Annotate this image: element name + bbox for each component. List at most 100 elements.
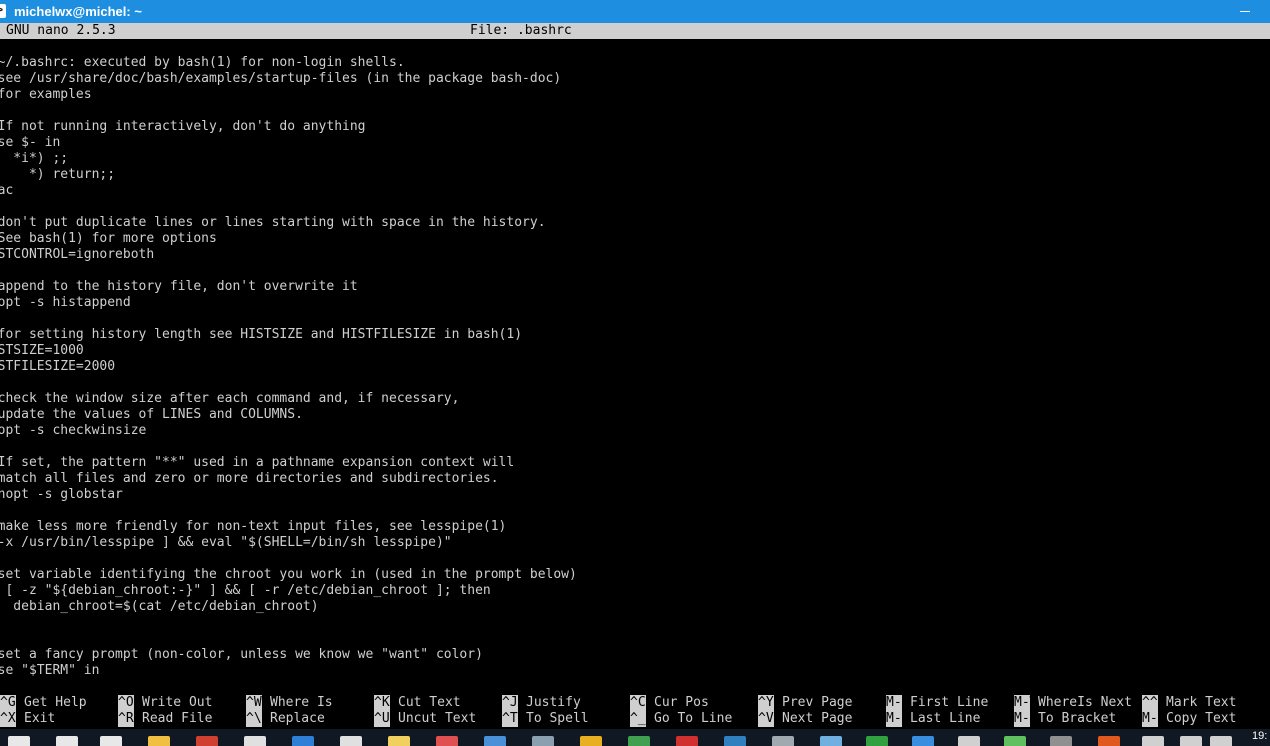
app-icon[interactable] xyxy=(820,736,842,746)
edge-icon[interactable] xyxy=(292,736,314,746)
store-icon[interactable] xyxy=(244,736,266,746)
editor-line: # check the window size after each comma… xyxy=(0,391,460,406)
shortcut-label: To Bracket xyxy=(1038,711,1117,726)
minimize-button[interactable] xyxy=(1232,0,1270,23)
shortcut-key: ^\ xyxy=(246,711,262,727)
editor-line: [ -x /usr/bin/lesspipe ] && eval "$(SHEL… xyxy=(0,535,452,550)
editor-line xyxy=(0,631,1270,647)
shortcut-label: To Spell xyxy=(526,711,589,726)
editor-line: # see /usr/share/doc/bash/examples/start… xyxy=(0,71,562,86)
editor-line xyxy=(0,199,1270,215)
shortcut-key: M-] xyxy=(1014,711,1030,727)
window-title-bar[interactable]: > michelwx@michel: ~ xyxy=(0,0,1270,23)
shortcut-key: ^W xyxy=(246,695,262,711)
editor-line xyxy=(0,263,1270,279)
search-icon[interactable] xyxy=(56,736,78,746)
volume-icon[interactable] xyxy=(1210,736,1232,746)
shortcut-key: ^R xyxy=(118,711,134,727)
editor-line: esac xyxy=(0,183,14,198)
app-icon[interactable] xyxy=(628,736,650,746)
shortcut-key: ^^ xyxy=(1142,695,1158,711)
editor-line: HISTSIZE=1000 xyxy=(0,343,84,358)
shortcut-key: M-\ xyxy=(886,695,902,711)
tray-icon[interactable] xyxy=(1142,736,1164,746)
shortcut-label: Go To Line xyxy=(654,711,733,726)
shortcut-label: Copy Text xyxy=(1166,711,1237,726)
shortcut-label: Replace xyxy=(270,711,325,726)
shortcut-label: Next Page xyxy=(782,711,853,726)
editor-line: case $- in xyxy=(0,135,61,150)
app-icon[interactable] xyxy=(772,736,794,746)
editor-line: # for examples xyxy=(0,87,92,102)
editor-line: # don't put duplicate lines or lines sta… xyxy=(0,215,546,230)
minimize-icon xyxy=(1240,11,1250,12)
app-icon[interactable] xyxy=(958,736,980,746)
editor-line: # If set, the pattern "**" used in a pat… xyxy=(0,455,515,470)
shortcut-label: Write Out xyxy=(142,695,213,710)
shortcut-label: Exit xyxy=(24,711,56,726)
start-icon[interactable] xyxy=(8,736,30,746)
settings-icon[interactable] xyxy=(484,736,506,746)
editor-line: *) return;; xyxy=(28,167,116,182)
editor-line: # for setting history length see HISTSIZ… xyxy=(0,327,523,342)
shortcut-label: Cut Text xyxy=(398,695,461,710)
editor-line: # update the values of LINES and COLUMNS… xyxy=(0,407,303,422)
task-view-icon[interactable] xyxy=(100,736,122,746)
editor-line: # make less more friendly for non-text i… xyxy=(0,519,507,534)
opera-icon[interactable] xyxy=(676,736,698,746)
editor-line: debian_chroot=$(cat /etc/debian_chroot) xyxy=(0,599,319,614)
shortcut-bar: ^G Get Help ^X Exit ^O Write Out ^R Read File ^W… xyxy=(0,695,1270,727)
chrome-icon[interactable] xyxy=(580,736,602,746)
editor-line: shopt -s histappend xyxy=(0,295,131,310)
shortcut-key: ^V xyxy=(758,711,774,727)
editor-line xyxy=(0,551,1270,567)
terminal-app-icon: > xyxy=(0,4,6,18)
nano-status-bar: GNU nano 2.5.3 File: .bashrc xyxy=(0,23,1270,39)
editor-line: # If not running interactively, don't do… xyxy=(0,119,366,134)
editor-line: HISTCONTROL=ignoreboth xyxy=(0,247,155,262)
editor-line: fi xyxy=(0,615,1270,631)
editor-line: shopt -s checkwinsize xyxy=(0,423,147,438)
app-icon[interactable] xyxy=(196,736,218,746)
ie-icon[interactable] xyxy=(912,736,934,746)
app-icon[interactable] xyxy=(1050,736,1072,746)
shortcut-key: ^U xyxy=(374,711,390,727)
shortcut-key: M-W xyxy=(1014,695,1030,711)
app-icon[interactable] xyxy=(724,736,746,746)
shortcut-label: Prev Page xyxy=(782,695,853,710)
folder-icon[interactable] xyxy=(388,736,410,746)
editor-line: #shopt -s globstar xyxy=(0,487,123,502)
editor-line xyxy=(0,375,1270,391)
shortcut-key: M-/ xyxy=(886,711,902,727)
editor-line xyxy=(0,439,1270,455)
editor-line: # match all files and zero or more direc… xyxy=(0,471,499,486)
shortcut-label: Cur Pos xyxy=(654,695,709,710)
editor-text-area[interactable]: # ~/.bashrc: executed by bash(1) for non… xyxy=(0,55,1270,679)
shortcut-label: Read File xyxy=(142,711,213,726)
ubuntu-icon[interactable] xyxy=(1098,736,1120,746)
shortcut-label: WhereIs Next xyxy=(1038,695,1132,710)
editor-line xyxy=(0,311,1270,327)
app-icon[interactable] xyxy=(1004,736,1026,746)
network-icon[interactable] xyxy=(1180,736,1202,746)
shortcut-label: Justify xyxy=(526,695,581,710)
clock[interactable]: 19: xyxy=(1252,730,1267,742)
shortcut-label: First Line xyxy=(910,695,989,710)
terminal-icon[interactable] xyxy=(340,736,362,746)
shortcut-key: ^O xyxy=(118,695,134,711)
app-icon[interactable] xyxy=(866,736,888,746)
paint-icon[interactable] xyxy=(436,736,458,746)
windows-taskbar: 19: xyxy=(0,729,1270,746)
editor-line: # set variable identifying the chroot yo… xyxy=(0,567,577,582)
app-icon[interactable] xyxy=(532,736,554,746)
editor-line: # See bash(1) for more options xyxy=(0,231,217,246)
shortcut-label: Where Is xyxy=(270,695,333,710)
shortcut-label: Mark Text xyxy=(1166,695,1237,710)
shortcut-label: Last Line xyxy=(910,711,981,726)
editor-line: HISTFILESIZE=2000 xyxy=(0,359,116,374)
file-explorer-icon[interactable] xyxy=(148,736,170,746)
editor-line: if [ -z "${debian_chroot:-}" ] && [ -r /… xyxy=(0,583,491,598)
file-name: File: .bashrc xyxy=(470,23,572,38)
shortcut-key: ^K xyxy=(374,695,390,711)
shortcut-key: ^C xyxy=(630,695,646,711)
